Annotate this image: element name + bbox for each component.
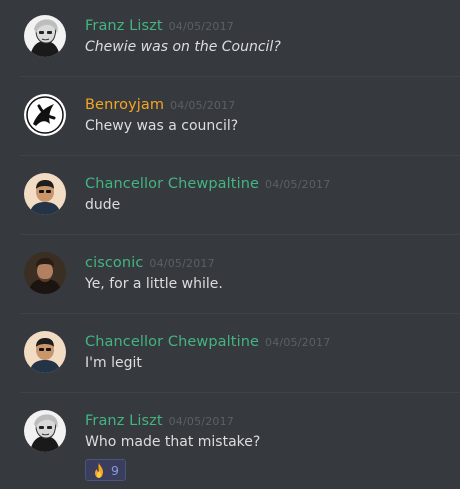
message-author[interactable]: Chancellor Chewpaltine [85, 334, 259, 350]
message-author[interactable]: Benroyjam [85, 97, 164, 113]
message-text: Chewy was a council? [85, 118, 239, 134]
message-author[interactable]: Franz Liszt [85, 413, 163, 429]
avatar[interactable] [24, 410, 66, 452]
chewpaltine-avatar-icon [24, 173, 66, 215]
chat-messages: Franz Liszt 04/05/2017 Chewie was on the … [0, 0, 460, 489]
avatar[interactable] [24, 173, 66, 215]
message-divider [20, 76, 460, 77]
message-divider [20, 392, 460, 393]
message-timestamp: 04/05/2017 [149, 257, 215, 270]
message-timestamp: 04/05/2017 [265, 336, 331, 349]
reaction-count: 9 [111, 462, 119, 478]
liszt-avatar-icon [24, 410, 66, 452]
message-divider [20, 313, 460, 314]
cisconic-avatar-icon [24, 252, 66, 294]
message-timestamp: 04/05/2017 [265, 178, 331, 191]
message-timestamp: 04/05/2017 [170, 99, 236, 112]
avatar[interactable] [24, 331, 66, 373]
message-timestamp: 04/05/2017 [168, 415, 235, 428]
reaction-button[interactable]: 9 [85, 459, 126, 481]
avatar[interactable] [24, 94, 66, 136]
fire-icon [95, 462, 103, 478]
benroyjam-avatar-icon [24, 94, 66, 136]
liszt-avatar-icon [24, 15, 66, 57]
message-timestamp: 04/05/2017 [168, 20, 235, 33]
message-divider [20, 234, 460, 235]
message-divider [20, 155, 460, 156]
avatar[interactable] [24, 15, 66, 57]
message-text: I'm legit [85, 355, 142, 371]
avatar[interactable] [24, 252, 66, 294]
message-text: dude [85, 197, 121, 213]
message-text: Chewie was on the Council? [85, 39, 281, 55]
message-author[interactable]: Franz Liszt [85, 18, 163, 34]
message-text: Ye, for a little while. [85, 276, 223, 292]
message-author[interactable]: Chancellor Chewpaltine [85, 176, 259, 192]
chewpaltine-avatar-icon [24, 331, 66, 373]
message-text: Who made that mistake? [85, 434, 261, 450]
message-author[interactable]: cisconic [85, 255, 143, 271]
